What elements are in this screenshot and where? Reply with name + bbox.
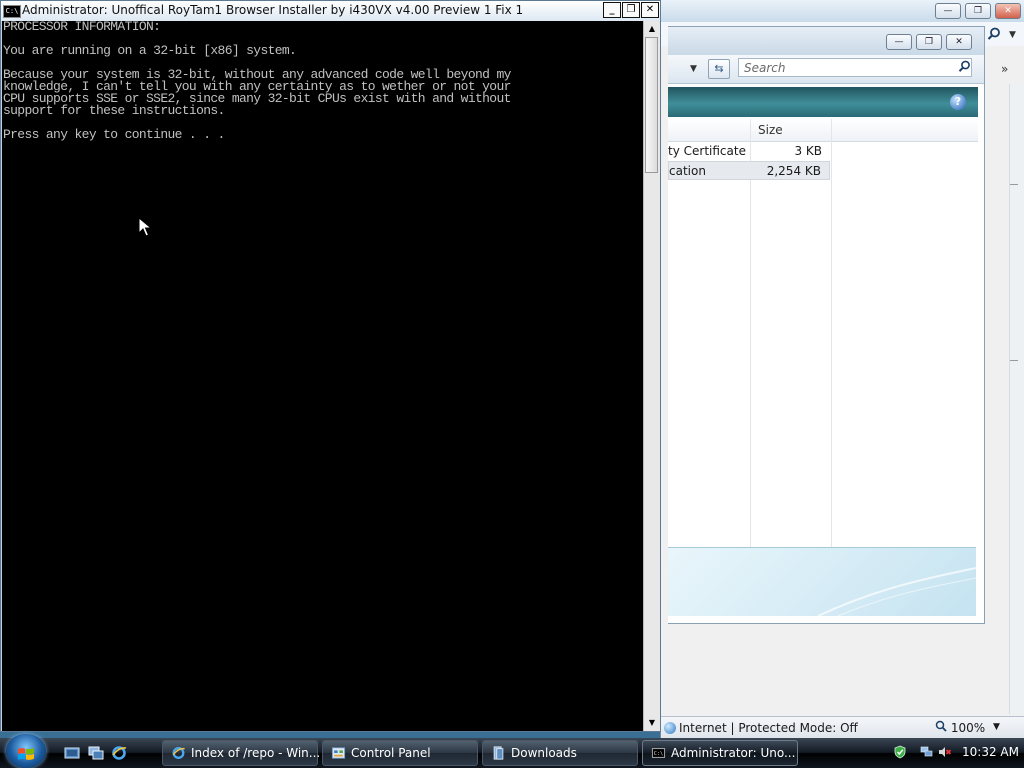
network-icon[interactable] xyxy=(920,745,934,759)
explorer-minimize-button[interactable]: — xyxy=(886,34,912,50)
console-output-area[interactable]: PROCESSOR INFORMATION: You are running o… xyxy=(2,21,643,731)
browser-minimize-button[interactable]: — xyxy=(935,3,961,19)
internet-explorer-icon[interactable] xyxy=(111,745,127,761)
status-text: Internet | Protected Mode: Off xyxy=(679,721,858,735)
file-name: cation xyxy=(669,164,706,178)
zoom-dropdown-icon[interactable]: ▼ xyxy=(993,722,1000,732)
console-title: Administrator: Unoffical RoyTam1 Browser… xyxy=(22,3,524,17)
console-scrollbar[interactable]: ▲ ▼ xyxy=(643,21,660,731)
browser-titlebar: — ❐ ✕ xyxy=(661,0,1024,22)
taskbar-button-ie[interactable]: Index of /repo - Win... xyxy=(162,740,321,766)
explorer-command-bar xyxy=(668,87,978,117)
file-row[interactable]: ty Certificate 3 KB xyxy=(668,142,830,161)
zoom-icon xyxy=(935,720,947,732)
browser-search-dropdown-icon[interactable]: ▼ xyxy=(1009,30,1016,40)
globe-icon xyxy=(664,722,676,734)
taskbar-button-console[interactable]: C:\ Administrator: Uno... xyxy=(642,740,798,766)
console-output: PROCESSOR INFORMATION: You are running o… xyxy=(3,21,511,142)
browser-search-icon[interactable] xyxy=(987,27,1003,43)
ie-icon xyxy=(172,747,185,759)
browser-status-bar: Internet | Protected Mode: Off 100% ▼ xyxy=(661,716,1024,740)
browser-close-button[interactable]: ✕ xyxy=(995,3,1021,19)
taskbar-button-label: Administrator: Uno... xyxy=(671,746,796,760)
column-header: Size xyxy=(668,119,978,142)
scroll-up-arrow-icon[interactable]: ▲ xyxy=(644,21,660,37)
help-button[interactable]: ? xyxy=(950,94,966,110)
file-size: 3 KB xyxy=(794,144,822,158)
control-panel-icon xyxy=(331,747,346,759)
details-pane xyxy=(668,547,977,617)
taskbar-button-label: Control Panel xyxy=(351,746,431,760)
switch-windows-icon[interactable] xyxy=(88,745,104,761)
taskbar-button-label: Index of /repo - Win... xyxy=(191,746,321,760)
details-swoosh-graphic xyxy=(817,567,977,617)
column-size[interactable]: Size xyxy=(758,123,783,137)
show-desktop-icon[interactable] xyxy=(64,745,80,761)
console-close-button[interactable]: ✕ xyxy=(641,2,659,18)
scroll-down-arrow-icon[interactable]: ▼ xyxy=(644,715,660,731)
browser-restore-button[interactable]: ❐ xyxy=(965,3,991,19)
file-size: 2,254 KB xyxy=(766,164,821,178)
refresh-icon: ⇆ xyxy=(714,62,724,75)
zoom-value: 100% xyxy=(950,721,986,735)
explorer-restore-button[interactable]: ❐ xyxy=(916,34,942,50)
refresh-button[interactable]: ⇆ xyxy=(708,59,730,79)
explorer-titlebar: — ❐ ✕ xyxy=(668,27,984,55)
clock[interactable]: 10:32 AM xyxy=(962,745,1019,759)
console-icon: C:\ xyxy=(651,748,666,758)
file-name: ty Certificate xyxy=(668,144,746,158)
taskbar-button-control-panel[interactable]: Control Panel xyxy=(322,740,478,766)
console-titlebar[interactable]: C:\ Administrator: Unoffical RoyTam1 Bro… xyxy=(1,1,660,21)
path-dropdown-icon[interactable]: ▼ xyxy=(690,64,697,74)
search-input[interactable]: Search xyxy=(738,58,972,77)
zoom-level[interactable]: 100% xyxy=(935,720,985,735)
explorer-address-bar: ▼ ⇆ Search xyxy=(668,55,984,84)
console-icon[interactable]: C:\ xyxy=(3,5,21,18)
svg-text:C:\: C:\ xyxy=(654,751,663,757)
volume-muted-icon[interactable] xyxy=(938,745,952,759)
scroll-thumb[interactable] xyxy=(645,37,658,173)
console-restore-button[interactable]: ❐ xyxy=(622,2,640,18)
browser-scrollbar[interactable] xyxy=(1009,84,1024,714)
explorer-close-button[interactable]: ✕ xyxy=(946,34,972,50)
mouse-cursor-icon xyxy=(138,217,152,237)
browser-menu-chevron-icon[interactable]: » xyxy=(1001,62,1008,76)
explorer-window: — ❐ ✕ ▼ ⇆ Search ? Size ty Certificate 3… xyxy=(668,26,985,624)
console-minimize-button[interactable]: _ xyxy=(603,2,621,18)
file-row-selected[interactable]: cation 2,254 KB xyxy=(668,161,830,180)
windows-flag-icon xyxy=(18,748,34,760)
taskbar-button-downloads[interactable]: Downloads xyxy=(482,740,638,766)
search-icon[interactable] xyxy=(958,60,971,76)
console-window: C:\ Administrator: Unoffical RoyTam1 Bro… xyxy=(0,0,661,732)
taskbar-button-label: Downloads xyxy=(511,746,577,760)
folder-icon xyxy=(493,746,504,760)
security-shield-icon[interactable] xyxy=(893,745,907,759)
